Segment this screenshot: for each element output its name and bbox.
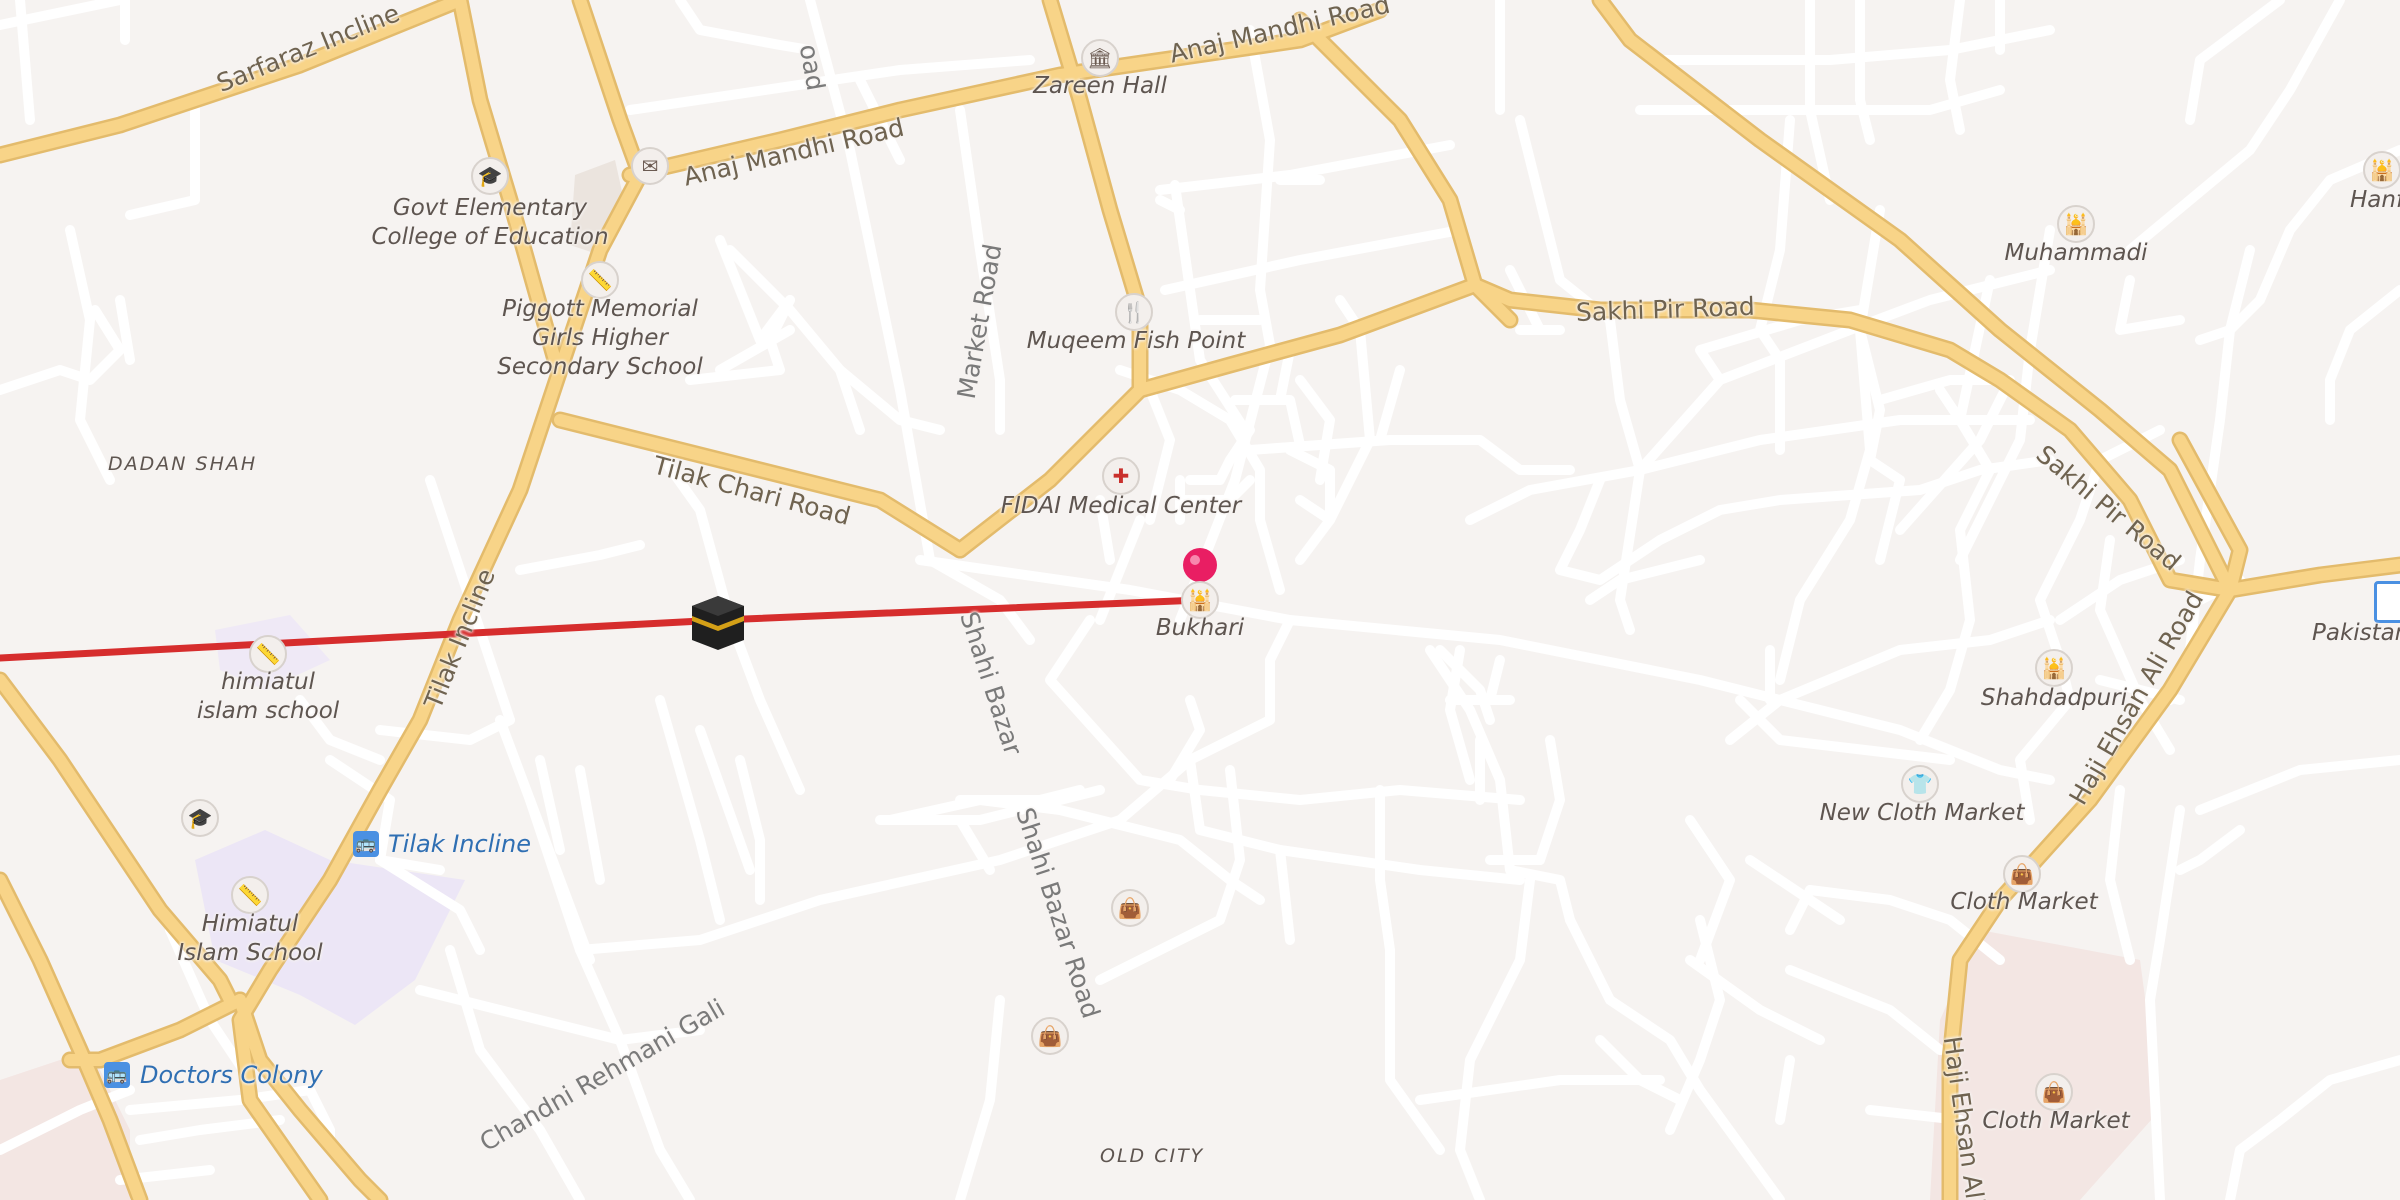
poi-label-govt-elementary: Govt Elementary College of Education xyxy=(371,195,609,250)
medical-cross-icon[interactable]: ✚ xyxy=(1102,457,1140,495)
kaaba-icon xyxy=(692,596,744,650)
school-icon[interactable]: 📏 xyxy=(581,261,619,299)
post-office-icon[interactable]: ✉ xyxy=(631,147,669,185)
mosque-icon[interactable]: 🕌 xyxy=(2035,649,2073,687)
poi-label-cloth-market-1: Cloth Market xyxy=(1950,889,2098,915)
poi-label-hanfi: Hanfi xyxy=(2350,187,2400,213)
poi-label-new-cloth-market: New Cloth Market xyxy=(1819,800,2025,826)
bus-stop-label-tilak-incline[interactable]: Tilak Incline xyxy=(388,830,531,859)
school-icon[interactable]: 📏 xyxy=(231,876,269,914)
bus-stop-icon[interactable] xyxy=(2374,581,2400,623)
mosque-icon[interactable]: 🕌 xyxy=(2363,151,2400,189)
mosque-icon[interactable]: 🕌 xyxy=(2057,205,2095,243)
map-canvas[interactable]: 🏛 ✉ 🎓 📏 🍴 ✚ 🕌 📏 🎓 📏 🕌 🕌 🕌 👕 👜 👜 👜 👜 🚌 🚌 … xyxy=(0,0,2400,1200)
poi-label-bukhari: Bukhari xyxy=(1155,615,1245,641)
shopping-bag-icon[interactable]: 👜 xyxy=(1111,889,1149,927)
clothing-shop-icon[interactable]: 👕 xyxy=(1901,765,1939,803)
school-icon[interactable]: 🎓 xyxy=(471,157,509,195)
poi-label-zareen-hall: Zareen Hall xyxy=(1033,73,1167,99)
poi-label-himiatul-islam-school: Himiatul Islam School xyxy=(177,911,323,966)
poi-label-himiatul-islam-school-small: himiatul islam school xyxy=(196,669,340,724)
bus-stop-icon[interactable]: 🚌 xyxy=(104,1062,130,1088)
area-label-old-city: OLD CITY xyxy=(1100,1145,1205,1167)
shopping-bag-icon[interactable]: 👜 xyxy=(2035,1073,2073,1111)
poi-label-muqeem-fish-point: Muqeem Fish Point xyxy=(1026,328,1246,354)
poi-label-piggott-school: Piggott Memorial Girls Higher Secondary … xyxy=(497,296,703,380)
area-label-dadan-shah: DADAN SHAH xyxy=(108,453,258,475)
poi-label-fidai-medical-center: FIDAI Medical Center xyxy=(1000,493,1242,519)
bus-stop-icon[interactable]: 🚌 xyxy=(353,831,379,857)
school-icon[interactable]: 🎓 xyxy=(181,799,219,837)
shopping-bag-icon[interactable]: 👜 xyxy=(1031,1017,1069,1055)
poi-label-cloth-market-2: Cloth Market xyxy=(1982,1108,2130,1134)
bus-stop-label-doctors-colony[interactable]: Doctors Colony xyxy=(140,1061,323,1090)
poi-label-pakistan: Pakistan xyxy=(2312,620,2400,646)
poi-label-shahdadpuri: Shahdadpuri xyxy=(1980,685,2128,711)
restaurant-icon[interactable]: 🍴 xyxy=(1115,293,1153,331)
poi-label-muhammadi: Muhammadi xyxy=(2004,240,2148,266)
